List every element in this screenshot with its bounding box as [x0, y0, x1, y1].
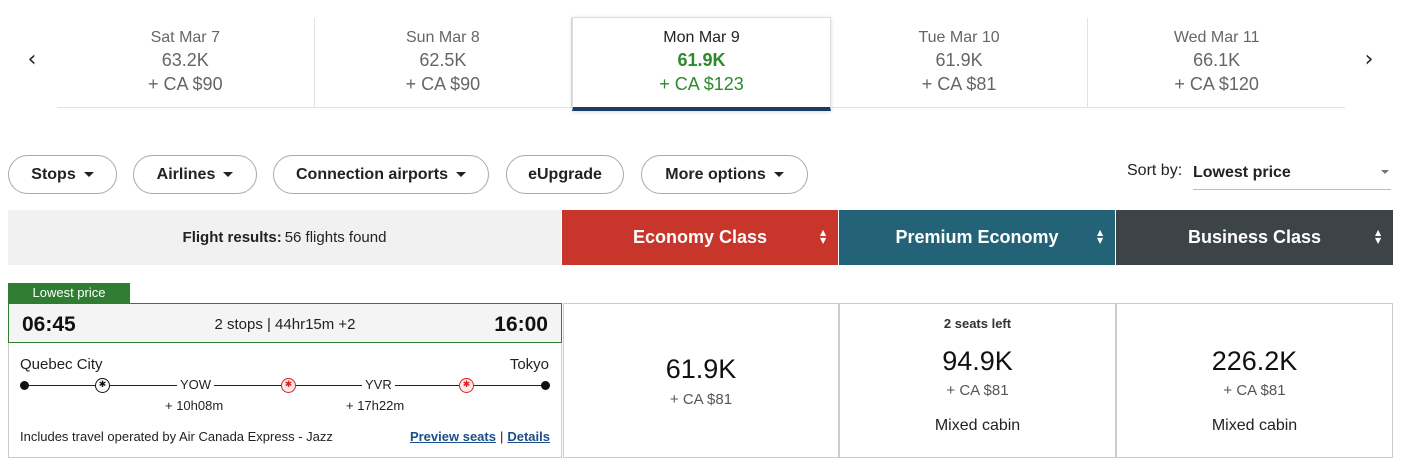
date-cash: + CA $123: [659, 74, 744, 94]
eupgrade-filter-label: eUpgrade: [528, 165, 602, 183]
date-option-tue-mar-10[interactable]: Tue Mar 10 61.9K + CA $81: [830, 18, 1089, 108]
eupgrade-filter-button[interactable]: eUpgrade: [506, 155, 624, 194]
premium-economy-label: Premium Economy: [895, 227, 1059, 247]
stops-filter-label: Stops: [31, 165, 76, 183]
more-options-label: More options: [665, 165, 766, 183]
details-link[interactable]: Details: [507, 429, 550, 444]
connection-airport: YVR: [362, 377, 395, 392]
date-label: Sat Mar 7: [150, 29, 220, 46]
results-count: 56 flights found: [284, 229, 387, 246]
date-label: Mon Mar 9: [663, 29, 740, 46]
stops-duration: 2 stops | 44hr15m +2: [214, 316, 356, 333]
sort-arrows-icon: ▲ ▼: [820, 228, 827, 245]
date-points: 63.2K: [161, 50, 209, 70]
fare-points: 94.9K: [942, 346, 1013, 376]
air-canada-logo-icon: ✱: [459, 378, 474, 393]
airlines-filter-label: Airlines: [156, 165, 216, 183]
date-cash: + CA $120: [1174, 74, 1259, 94]
preview-seats-link[interactable]: Preview seats: [410, 429, 496, 444]
airlines-filter-button[interactable]: Airlines: [133, 155, 257, 194]
results-label: Flight results:: [182, 229, 282, 246]
date-cash: + CA $90: [405, 74, 481, 94]
date-cash: + CA $90: [148, 74, 223, 94]
flight-links: Preview seats | Details: [410, 429, 550, 444]
economy-class-label: Economy Class: [632, 227, 768, 247]
origin-dot: [20, 381, 29, 390]
origin-city: Quebec City: [20, 356, 103, 373]
sort-arrows-icon: ▲ ▼: [1097, 228, 1104, 245]
air-canada-logo-icon: ✱: [281, 378, 296, 393]
date-option-sat-mar-7[interactable]: Sat Mar 7 63.2K + CA $90: [57, 18, 315, 108]
caret-down-icon: [83, 172, 94, 177]
fare-points: 61.9K: [665, 354, 737, 384]
mixed-cabin-note: Mixed cabin: [934, 417, 1021, 434]
chevron-right-icon[interactable]: ›: [1357, 48, 1381, 72]
date-label: Tue Mar 10: [918, 29, 1000, 46]
sort-arrows-icon: ▲ ▼: [1375, 228, 1382, 245]
connection-airports-filter-label: Connection airports: [295, 165, 448, 183]
sort-value: Lowest price: [1193, 164, 1291, 181]
date-points: 66.1K: [1193, 50, 1241, 70]
seats-left-notice: 2 seats left: [943, 316, 1012, 331]
date-option-mon-mar-9-selected[interactable]: Mon Mar 9 61.9K + CA $123: [572, 17, 831, 111]
date-points: 62.5K: [419, 50, 467, 70]
economy-fare-cell[interactable]: 61.9K + CA $81: [563, 303, 839, 458]
date-points: 61.9K: [935, 50, 983, 70]
business-class-header[interactable]: Business Class ▲ ▼: [1116, 210, 1393, 265]
layover-duration: + 10h08m: [165, 398, 224, 413]
date-option-sun-mar-8[interactable]: Sun Mar 8 62.5K + CA $90: [314, 18, 573, 108]
destination-dot: [541, 381, 550, 390]
date-cash: + CA $81: [921, 74, 997, 94]
arrival-time: 16:00: [494, 313, 548, 336]
flight-itinerary: 06:45 2 stops | 44hr15m +2 16:00 Quebec …: [8, 303, 562, 458]
results-header: Flight results: 56 flights found Economy…: [8, 210, 1393, 265]
business-class-label: Business Class: [1187, 227, 1322, 247]
date-label: Wed Mar 11: [1173, 29, 1260, 46]
premium-economy-fare-cell[interactable]: 2 seats left 94.9K + CA $81 Mixed cabin: [839, 303, 1116, 458]
lowest-price-badge: Lowest price: [8, 283, 130, 303]
more-options-button[interactable]: More options: [641, 155, 808, 194]
caret-down-icon: [773, 172, 784, 177]
destination-city: Tokyo: [509, 356, 549, 373]
fare-cash: + CA $81: [946, 382, 1009, 399]
economy-class-header[interactable]: Economy Class ▲ ▼: [562, 210, 838, 265]
business-fare-cell[interactable]: 226.2K + CA $81 Mixed cabin: [1116, 303, 1393, 458]
sort-select[interactable]: Lowest price: [1193, 160, 1391, 190]
fare-cash: + CA $81: [669, 391, 733, 408]
caret-down-icon: [456, 172, 466, 177]
chevron-left-icon[interactable]: ‹: [20, 48, 44, 72]
date-options: Sat Mar 7 63.2K + CA $90 Sun Mar 8 62.5K…: [57, 17, 1345, 111]
premium-economy-header[interactable]: Premium Economy ▲ ▼: [839, 210, 1115, 265]
date-points: 61.9K: [677, 50, 726, 70]
mixed-cabin-note: Mixed cabin: [1211, 417, 1298, 434]
date-navigator: ‹ Sat Mar 7 63.2K + CA $90 Sun Mar 8 62.…: [0, 0, 1409, 112]
caret-down-icon: [1381, 170, 1389, 174]
air-canada-express-logo-icon: ✱: [95, 378, 110, 393]
flight-results-summary: Flight results: 56 flights found: [8, 210, 561, 265]
caret-down-icon: [223, 172, 234, 177]
date-label: Sun Mar 8: [405, 29, 480, 46]
link-separator: |: [499, 429, 504, 444]
flight-summary-bar: 06:45 2 stops | 44hr15m +2 16:00: [8, 303, 562, 343]
fare-points: 226.2K: [1211, 346, 1298, 376]
connection-airports-filter-button[interactable]: Connection airports: [273, 155, 489, 194]
stops-filter-button[interactable]: Stops: [8, 155, 117, 194]
date-option-wed-mar-11[interactable]: Wed Mar 11 66.1K + CA $120: [1088, 18, 1345, 108]
operated-by-note: Includes travel operated by Air Canada E…: [20, 429, 333, 444]
fare-cash: + CA $81: [1223, 382, 1286, 399]
layover-duration: + 17h22m: [346, 398, 405, 413]
sort-label: Sort by:: [1127, 162, 1183, 179]
connection-airport: YOW: [177, 377, 215, 392]
